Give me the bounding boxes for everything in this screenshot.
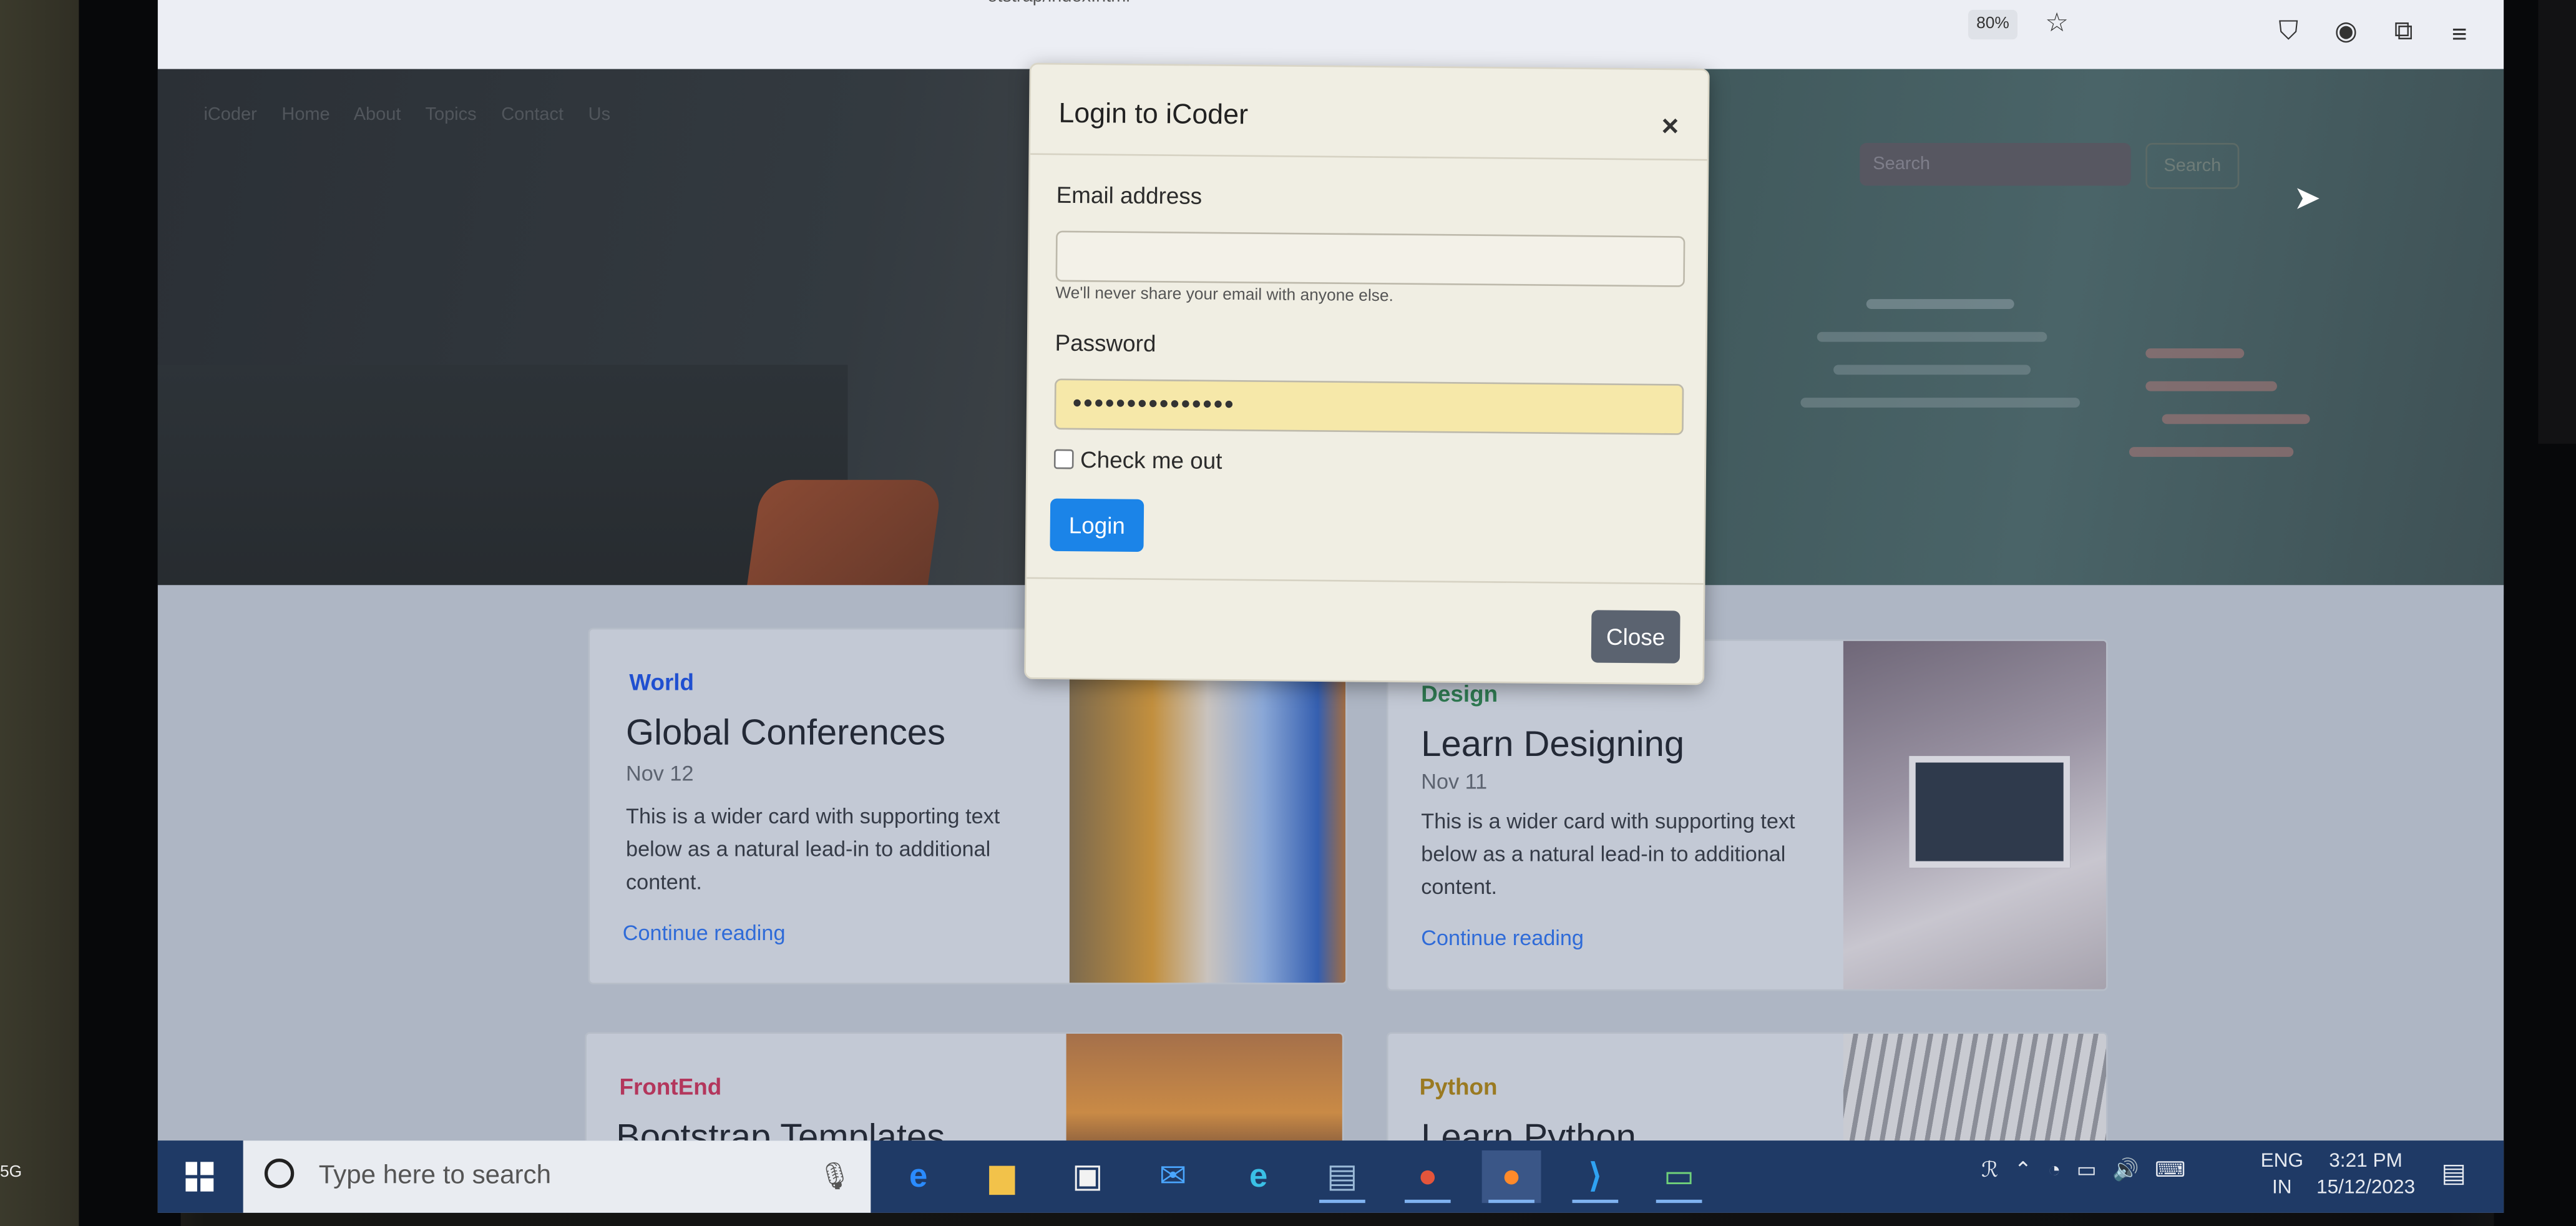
close-icon[interactable]: × — [1661, 109, 1679, 142]
microphone-icon[interactable]: 🎙 — [818, 1160, 851, 1194]
store-icon[interactable]: ▣ — [1058, 1150, 1117, 1203]
language-indicator[interactable]: ENG IN — [2261, 1147, 2303, 1200]
app-icon[interactable]: ▤ — [1313, 1150, 1372, 1204]
windows-start-icon[interactable] — [171, 1154, 227, 1200]
taskbar-search-placeholder: Type here to search — [318, 1162, 552, 1190]
email-label: Email address — [1056, 181, 1203, 209]
firefox-icon[interactable]: ● — [1481, 1150, 1541, 1204]
cortana-icon — [264, 1159, 295, 1189]
clock-time: 3:21 PM — [2329, 1149, 2403, 1172]
monitor-bezel-edge — [2538, 0, 2576, 444]
check-me-out-checkbox[interactable] — [1053, 449, 1074, 469]
region-code: IN — [2272, 1175, 2292, 1199]
system-clock[interactable]: 3:21 PM 15/12/2023 — [2313, 1147, 2418, 1200]
modal-header-divider — [1030, 153, 1707, 161]
notification-icon[interactable]: ▤ — [2441, 1157, 2466, 1190]
modal-footer-divider — [1027, 577, 1704, 585]
email-field[interactable] — [1055, 230, 1686, 287]
mail-icon[interactable]: ✉ — [1143, 1150, 1203, 1203]
checkbox-label[interactable]: Check me out — [1080, 446, 1222, 474]
clock-date: 15/12/2023 — [2316, 1175, 2416, 1199]
email-help-text: We'll never share your email with anyone… — [1055, 285, 1393, 306]
password-field[interactable]: ••••••••••••••• — [1054, 378, 1684, 435]
edge-icon[interactable]: e — [1229, 1150, 1288, 1203]
vscode-icon[interactable]: ⟩ — [1566, 1150, 1625, 1204]
login-modal: Login to iCoder × Email address We'll ne… — [1024, 62, 1710, 685]
language-code: ENG — [2260, 1149, 2304, 1172]
windows-taskbar: Type here to search 🎙 e ▆ ▣ ✉ e ▤ ● ● ⟩ … — [157, 1140, 2504, 1213]
taskbar-search-box[interactable]: Type here to search 🎙 — [243, 1140, 871, 1213]
modal-title: Login to iCoder — [1058, 97, 1249, 130]
password-label: Password — [1055, 329, 1156, 356]
chrome-icon[interactable]: ● — [1398, 1150, 1457, 1204]
remote-desktop-icon[interactable]: ▭ — [1649, 1150, 1709, 1204]
ie-icon[interactable]: e — [889, 1150, 948, 1203]
system-tray-icons[interactable]: ℛ ⌃ ◔ ▭ 🔊 ⌨ — [1981, 1157, 2186, 1183]
close-button[interactable]: Close — [1591, 610, 1681, 664]
login-button[interactable]: Login — [1050, 498, 1144, 552]
network-badge: 5G — [0, 1163, 22, 1182]
file-explorer-icon[interactable]: ▆ — [973, 1150, 1032, 1203]
